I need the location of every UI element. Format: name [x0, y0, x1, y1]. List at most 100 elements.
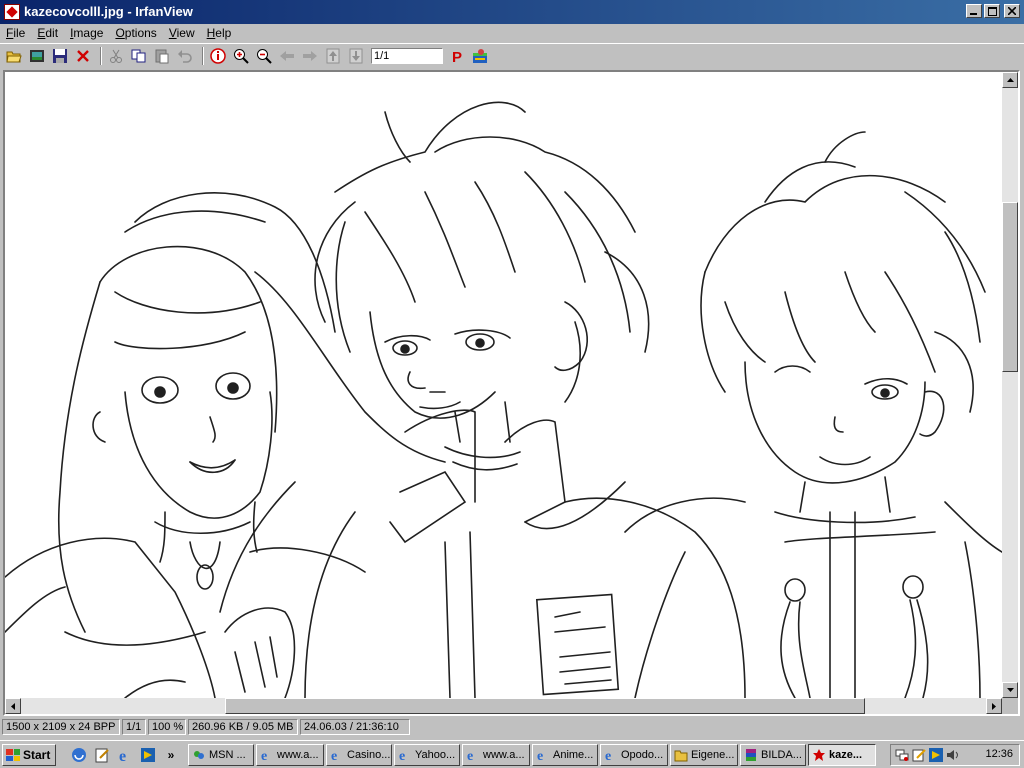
menu-file[interactable]: File [0, 26, 31, 40]
menu-options[interactable]: Options [109, 26, 162, 40]
menu-view-label: iew [176, 26, 195, 40]
status-bar: 1500 x 2109 x 24 BPP 1/1 100 % 260.96 KB… [0, 717, 1024, 737]
scroll-up-button[interactable] [1002, 72, 1018, 88]
save-button[interactable] [50, 46, 70, 66]
task-ie-1[interactable]: e www.a... [256, 744, 324, 766]
notepad-tray-icon[interactable] [912, 748, 926, 762]
irfanview-icon[interactable] [4, 4, 20, 20]
about-button[interactable] [470, 46, 490, 66]
task-label: MSN ... [209, 749, 246, 761]
svg-text:e: e [399, 749, 405, 762]
status-filesize: 260.96 KB / 9.05 MB [188, 719, 298, 735]
image-canvas[interactable] [5, 72, 1002, 698]
menu-view[interactable]: View [163, 26, 201, 40]
scroll-corner [1002, 698, 1018, 714]
menu-file-label: ile [13, 26, 26, 40]
open-button[interactable] [4, 46, 24, 66]
task-irfanview[interactable]: kaze... [808, 744, 876, 766]
menu-edit-label: dit [45, 26, 59, 40]
task-folder[interactable]: Eigene... [670, 744, 738, 766]
task-ie-3[interactable]: e Yahoo... [394, 744, 460, 766]
minimize-icon [970, 13, 977, 15]
start-button[interactable]: Start [2, 744, 56, 766]
quicklaunch-ie[interactable]: e [116, 746, 134, 764]
windows-logo-icon [6, 749, 20, 761]
cut-button[interactable] [106, 46, 126, 66]
last-page-button[interactable] [346, 46, 366, 66]
info-icon [210, 47, 226, 64]
vertical-scroll-thumb[interactable] [1002, 202, 1018, 372]
svg-text:P: P [452, 49, 462, 64]
horizontal-scroll-thumb[interactable] [225, 698, 865, 714]
task-ie-2[interactable]: e Casino... [326, 744, 392, 766]
close-button[interactable] [1004, 4, 1020, 18]
open-folder-icon [6, 51, 22, 62]
volume-icon[interactable] [946, 748, 960, 762]
quicklaunch-chevron[interactable]: » [162, 746, 180, 764]
horizontal-scrollbar[interactable] [5, 698, 1002, 714]
task-label: Yahoo... [415, 749, 456, 761]
svg-text:e: e [537, 749, 543, 762]
quicklaunch-outlook[interactable] [70, 746, 88, 764]
media-tray-icon[interactable] [929, 748, 943, 762]
undo-icon [178, 49, 192, 63]
task-label: www.a... [483, 749, 525, 761]
task-msn[interactable]: MSN ... [188, 744, 254, 766]
task-winrar[interactable]: BILDA... [740, 744, 806, 766]
status-page: 1/1 [122, 719, 146, 735]
vertical-scrollbar[interactable] [1002, 72, 1018, 698]
scroll-right-button[interactable] [986, 698, 1002, 714]
menu-bar: File Edit Image Options View Help [0, 24, 1024, 42]
svg-text:e: e [119, 748, 126, 763]
notepad-icon [95, 748, 109, 763]
scroll-left-button[interactable] [5, 698, 21, 714]
svg-text:e: e [261, 749, 267, 762]
first-page-icon [326, 48, 340, 63]
previous-button[interactable] [277, 46, 297, 66]
winrar-icon [744, 748, 758, 762]
scroll-down-button[interactable] [1002, 682, 1018, 698]
network-icon[interactable] [895, 748, 909, 762]
maximize-icon [987, 6, 997, 16]
status-datetime: 24.06.03 / 21:36:10 [300, 719, 410, 735]
menu-edit[interactable]: Edit [31, 26, 64, 40]
clock[interactable]: 12:36 [985, 748, 1013, 760]
zoom-out-button[interactable] [254, 46, 274, 66]
first-page-button[interactable] [323, 46, 343, 66]
info-button[interactable] [208, 46, 228, 66]
zoom-in-button[interactable] [231, 46, 251, 66]
image-viewport[interactable] [3, 70, 1020, 716]
menu-image[interactable]: Image [64, 26, 109, 40]
menu-help-key: H [206, 26, 216, 40]
outlook-icon [72, 748, 86, 762]
quicklaunch-media[interactable] [139, 746, 157, 764]
maximize-button[interactable] [984, 4, 1000, 18]
undo-button[interactable] [175, 46, 195, 66]
copy-button[interactable] [129, 46, 149, 66]
task-ie-6[interactable]: e Opodo... [600, 744, 668, 766]
window-title: kazecovcolll.jpg - IrfanView [24, 4, 193, 19]
status-zoom: 100 % [148, 719, 186, 735]
irfanview-icon [812, 748, 826, 762]
toolbar-separator [202, 46, 204, 65]
delete-button[interactable] [73, 46, 93, 66]
next-button[interactable] [300, 46, 320, 66]
system-tray: 12:36 [890, 744, 1020, 766]
print-button[interactable]: P [447, 46, 467, 66]
previous-icon [280, 50, 294, 61]
msn-icon [192, 748, 206, 762]
task-label: kaze... [829, 749, 863, 761]
quicklaunch-editor[interactable] [93, 746, 111, 764]
ie-icon: e [536, 748, 550, 762]
slideshow-button[interactable] [27, 46, 47, 66]
paste-button[interactable] [152, 46, 172, 66]
ie-icon: e [330, 748, 344, 762]
anime-sketch-image [5, 101, 1002, 698]
task-label: Opodo... [621, 749, 664, 761]
minimize-button[interactable] [966, 4, 982, 18]
page-number-input[interactable] [371, 47, 443, 64]
title-bar[interactable]: kazecovcolll.jpg - IrfanView [0, 0, 1024, 24]
task-ie-5[interactable]: e Anime... [532, 744, 598, 766]
task-ie-4[interactable]: e www.a... [462, 744, 530, 766]
menu-help[interactable]: Help [201, 26, 238, 40]
